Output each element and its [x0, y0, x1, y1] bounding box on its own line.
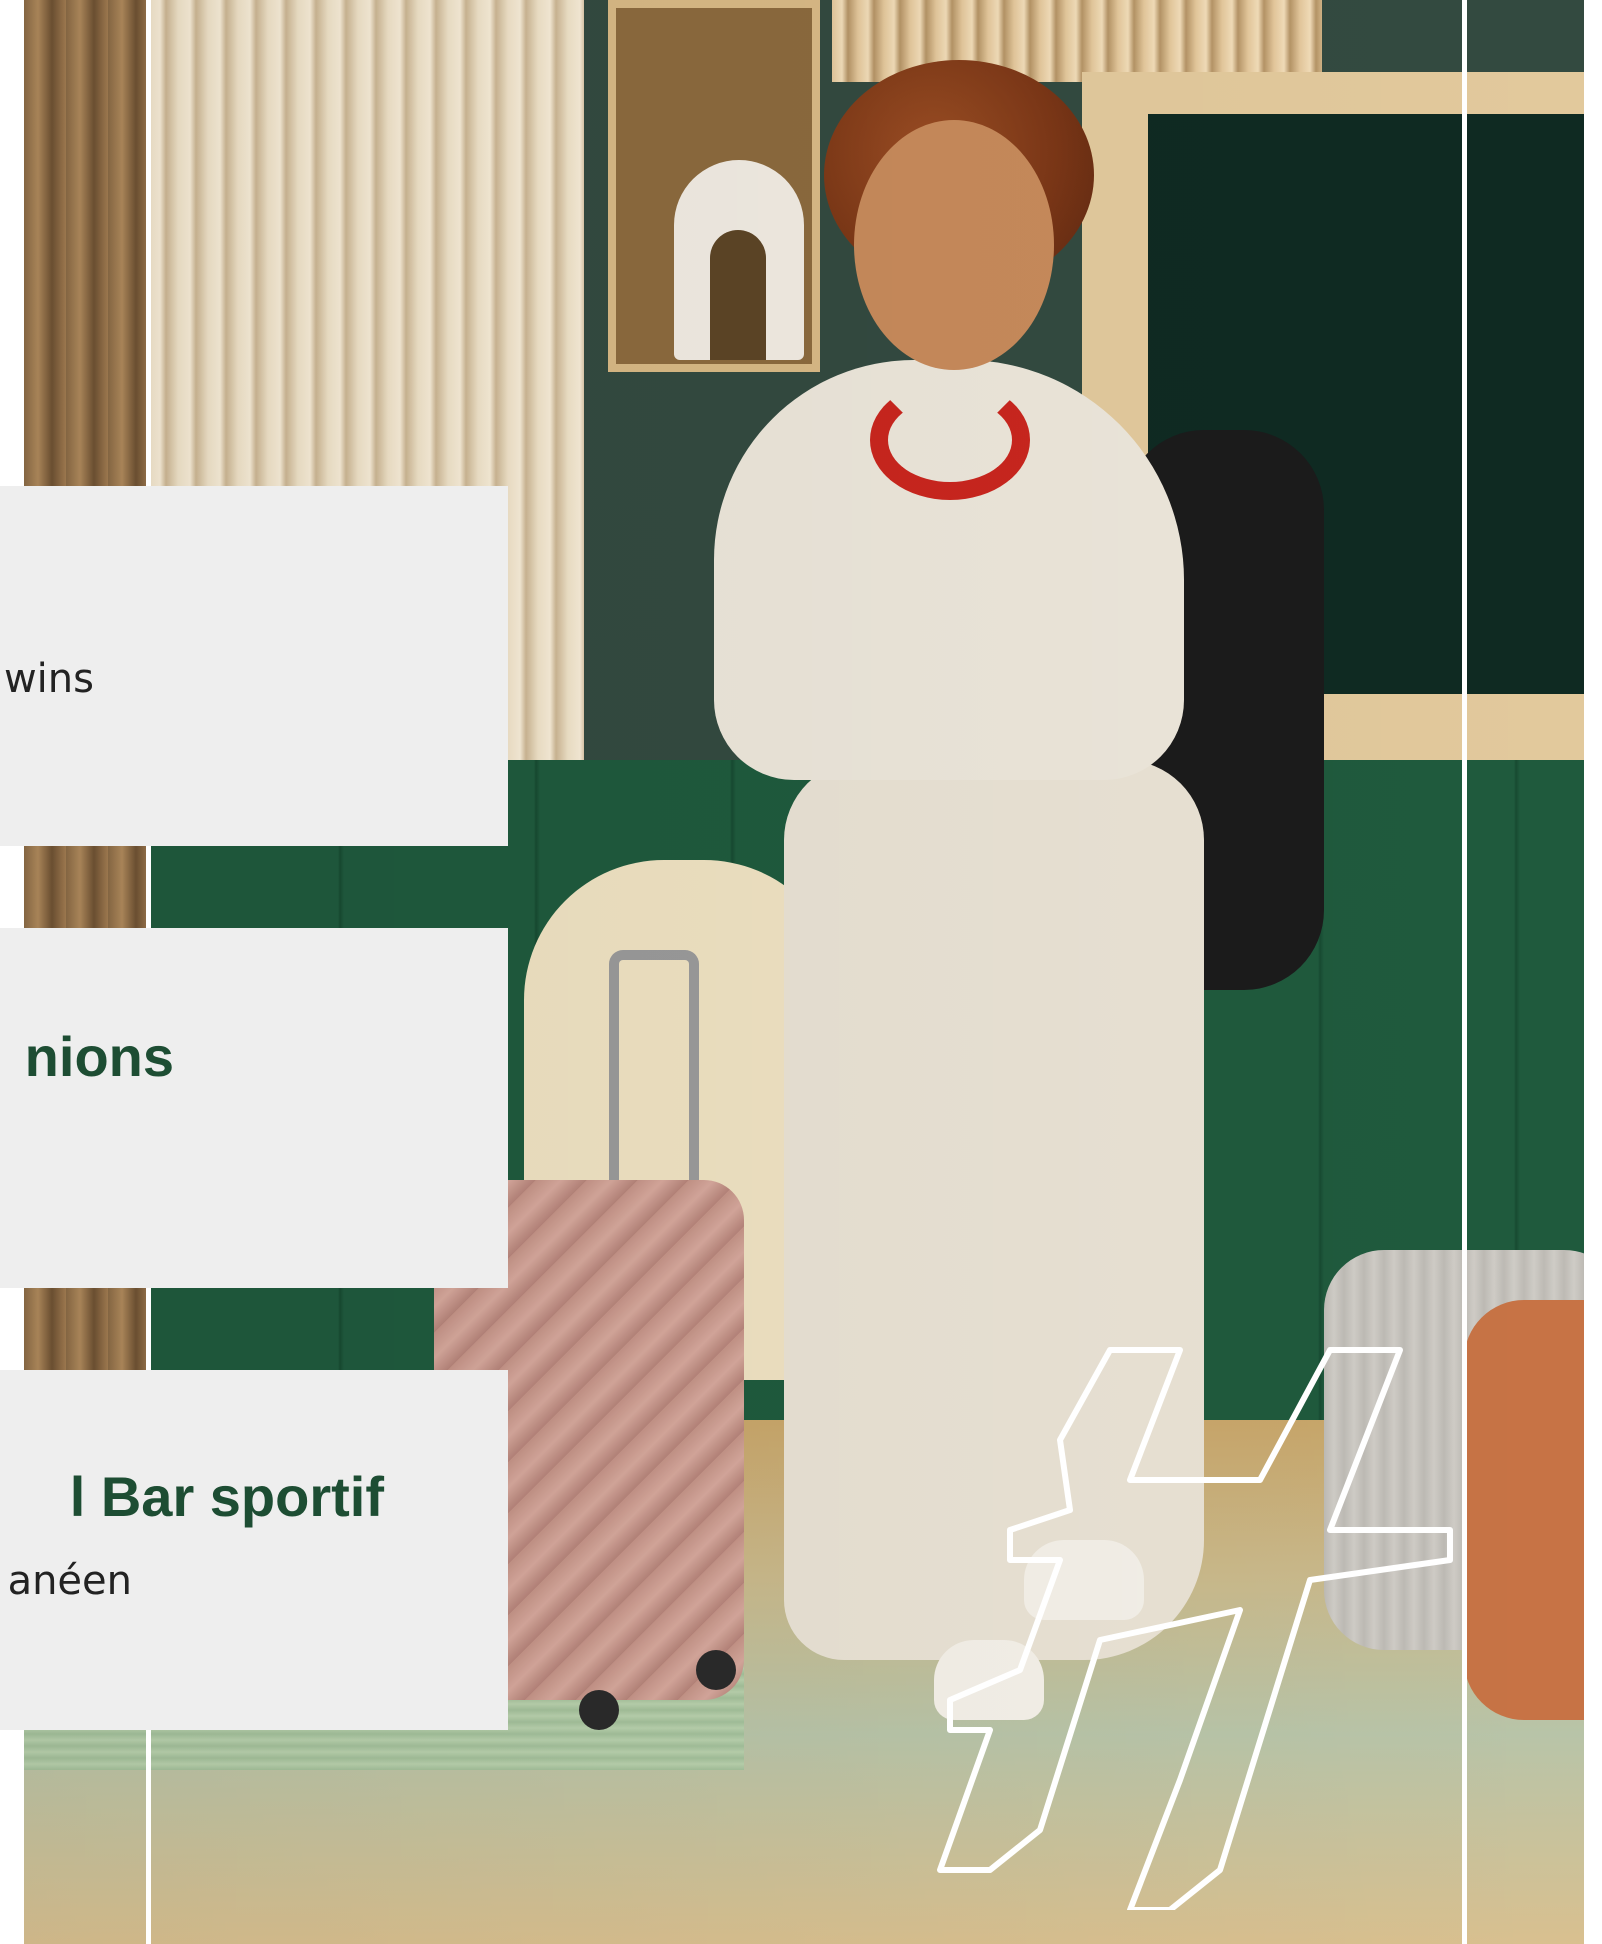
- card-text: wins: [3, 656, 94, 702]
- info-card: l Bar sportif anéen: [0, 1370, 508, 1730]
- info-card: wins: [0, 486, 508, 846]
- card-title: nions: [24, 1025, 174, 1088]
- card-title: l Bar sportif: [69, 1465, 384, 1528]
- page: wins nions l Bar sportif anéen: [0, 0, 1602, 1944]
- info-card: nions: [0, 928, 508, 1288]
- h-letter-outline-icon: [937, 1347, 1453, 1910]
- card-text: anéen: [7, 1558, 132, 1604]
